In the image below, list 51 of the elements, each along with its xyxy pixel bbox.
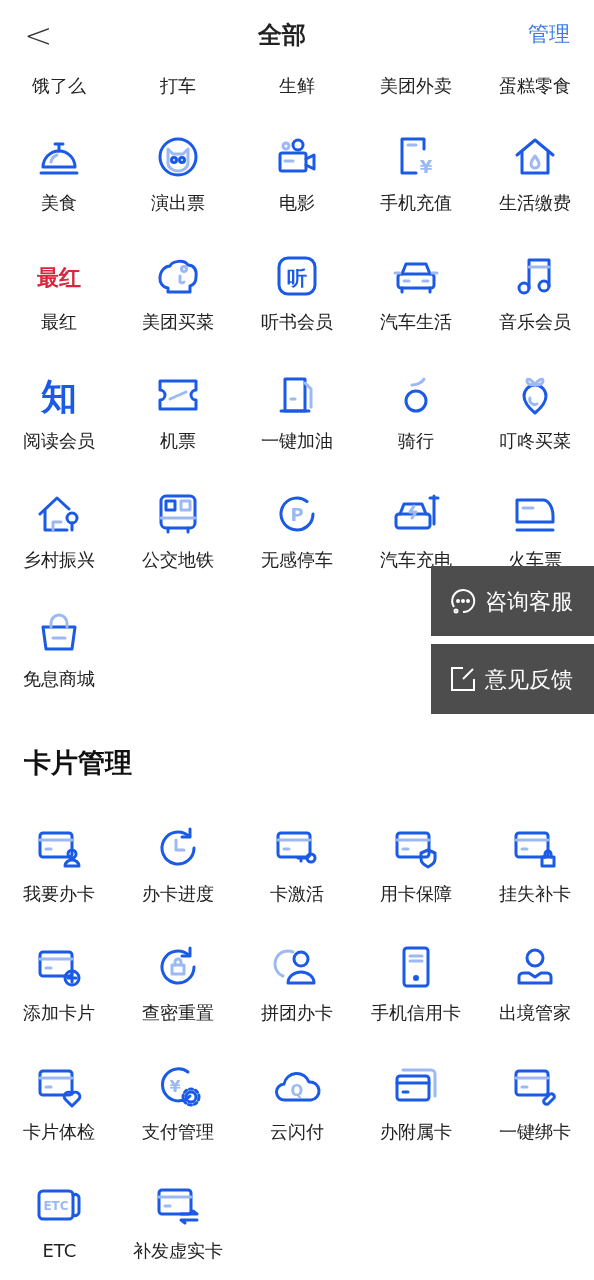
service-button[interactable]: 演出票 (118, 120, 238, 239)
section-title: 卡片管理 (24, 745, 132, 780)
service-button[interactable]: 蛋糕零食 (475, 70, 594, 100)
service-button[interactable]: P 无感停车 (237, 477, 357, 596)
service-button[interactable]: 办卡进度 (118, 811, 238, 930)
service-button[interactable]: 汽车生活 (356, 239, 476, 358)
logo-icon: 知 (35, 371, 84, 419)
service-button[interactable]: 我要办卡 (0, 811, 119, 930)
service-button[interactable]: 最红 最红 (0, 239, 119, 358)
service-button[interactable]: 拼团办卡 (237, 930, 357, 1049)
service-button[interactable]: 办附属卡 (356, 1049, 476, 1168)
service-button[interactable]: 卡激活 (237, 811, 357, 930)
chat-overlay[interactable]: 咨询客服 (431, 566, 594, 636)
service-button[interactable]: 卡片体检 (0, 1049, 119, 1168)
feedback-overlay[interactable]: 意见反馈 (431, 644, 594, 714)
service-button[interactable]: 一键绑卡 (475, 1049, 594, 1168)
service-button[interactable]: 美团外卖 (356, 70, 476, 100)
service-button[interactable]: 补发虚实卡 (118, 1168, 238, 1280)
service-button[interactable]: 挂失补卡 (475, 811, 594, 930)
service-button[interactable]: 知 阅读会员 (0, 358, 119, 477)
service-button[interactable]: ¥ 手机充值 (356, 120, 476, 239)
service-button[interactable]: 手机信用卡 (356, 930, 476, 1049)
service-button[interactable]: 叮咚买菜 (475, 358, 594, 477)
service-button[interactable]: Q 云闪付 (237, 1049, 357, 1168)
service-button[interactable]: 机票 (118, 358, 238, 477)
logo-icon: 最红 (31, 252, 88, 300)
service-button[interactable]: 打车 (118, 70, 238, 100)
page-title: 全部 (258, 20, 306, 51)
service-button[interactable]: 添加卡片 (0, 930, 119, 1049)
service-button[interactable]: ¥ 支付管理 (118, 1049, 238, 1168)
manage-button[interactable]: 管理 (500, 19, 570, 51)
service-button[interactable]: 听 听书会员 (237, 239, 357, 358)
service-button[interactable]: 音乐会员 (475, 239, 594, 358)
service-button[interactable]: 电影 (237, 120, 357, 239)
service-button[interactable]: 骑行 (356, 358, 476, 477)
service-button[interactable]: 美食 (0, 120, 119, 239)
service-button[interactable]: 公交地铁 (118, 477, 238, 596)
service-button[interactable]: 美团买菜 (118, 239, 238, 358)
service-button[interactable]: 生鲜 (237, 70, 357, 100)
edit-icon (449, 665, 477, 693)
service-button[interactable]: 乡村振兴 (0, 477, 119, 596)
back-button[interactable]: < (24, 18, 64, 52)
service-button[interactable]: 生活缴费 (475, 120, 594, 239)
service-button[interactable]: 出境管家 (475, 930, 594, 1049)
service-button[interactable]: 饿了么 (0, 70, 119, 100)
service-button[interactable]: ETC ETC (0, 1168, 119, 1280)
service-button[interactable]: 免息商城 (0, 596, 119, 715)
chat-bubble-icon (449, 587, 477, 615)
service-button[interactable]: 用卡保障 (356, 811, 476, 930)
service-button[interactable]: 一键加油 (237, 358, 357, 477)
service-button[interactable]: 查密重置 (118, 930, 238, 1049)
